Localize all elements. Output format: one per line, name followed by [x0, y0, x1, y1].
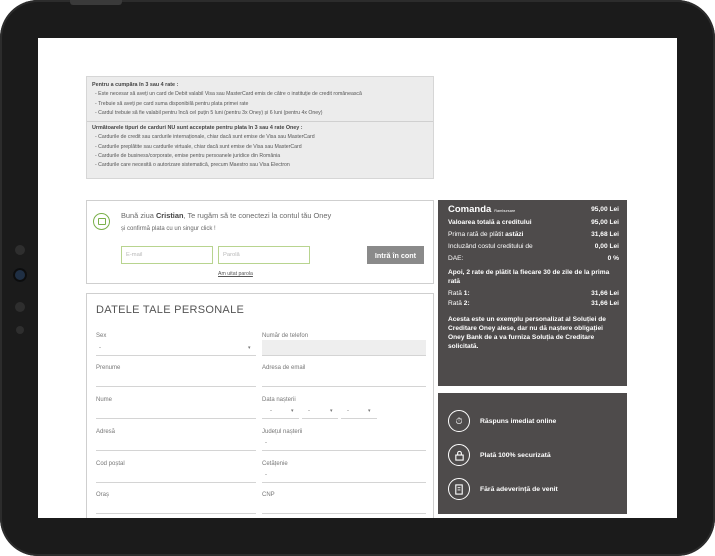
login-panel: Bună ziua Cristian, Te rugăm să te conec… — [86, 200, 434, 284]
email-label: Adresa de email — [262, 365, 306, 371]
birth-month-select[interactable]: - — [308, 408, 310, 414]
lock-icon — [448, 444, 470, 466]
info-item: Cardurile care necesită o autorizare sis… — [92, 161, 428, 170]
info-item: Cardurile preplătite sau cardurile virtu… — [92, 143, 428, 152]
login-button[interactable]: Intră în cont — [367, 246, 424, 264]
city-label: Oraș — [96, 492, 110, 498]
order-title-row: Comanda Rambursare 95,00 Lei — [446, 204, 619, 219]
birth-day-select[interactable]: - — [270, 408, 272, 414]
cnp-label: CNP — [262, 492, 275, 498]
rate1-row: Rată 1: 31,66 Lei — [448, 290, 619, 298]
installments-text: Apoi, 2 rate de plătit la fiecare 30 de … — [448, 269, 610, 285]
chevron-down-icon: ▾ — [330, 408, 333, 414]
tablet-frame: Pentru a cumpăra în 3 sau 4 rate : Este … — [0, 0, 715, 556]
first-rate-row: Prima rată de plătit astăzi 31,68 Lei — [448, 231, 619, 238]
stopwatch-icon: ⏱ — [448, 410, 470, 432]
info-item: Cardurile de business/corporate, emise p… — [92, 152, 428, 161]
personal-data-form: DATELE TALE PERSONALE Sex - ▾ Număr de t… — [86, 293, 434, 518]
order-title: Comanda — [448, 204, 492, 215]
form-title: DATELE TALE PERSONALE — [96, 304, 245, 316]
order-summary: Comanda Rambursare 95,00 Lei Valoarea tot… — [438, 200, 627, 386]
card-requirements-info: Pentru a cumpăra în 3 sau 4 rate : Este … — [86, 76, 434, 179]
credit-disclaimer: Acesta este un exemplu personalizat al S… — [448, 316, 606, 350]
phone-label: Număr de telefon — [262, 333, 309, 339]
password-input[interactable]: Parolă — [218, 246, 310, 264]
screen: Pentru a cumpăra în 3 sau 4 rate : Este … — [38, 38, 677, 518]
tablet-power-button — [70, 0, 122, 5]
citizenship-underline — [262, 482, 426, 483]
citizenship-label: Cetățenie — [262, 461, 288, 467]
birth-county-underline — [262, 450, 426, 451]
chevron-down-icon: ▾ — [368, 408, 371, 414]
phone-underline — [262, 355, 426, 356]
info-title: Următoarele tipuri de carduri NU sunt ac… — [92, 125, 303, 132]
cnp-input[interactable] — [262, 513, 426, 514]
postal-code-input[interactable] — [96, 482, 256, 483]
document-icon — [448, 478, 470, 500]
order-total: 95,00 Lei — [591, 206, 619, 213]
order-title-tag: Rambursare — [494, 209, 516, 213]
wallet-icon — [93, 213, 110, 230]
lastname-label: Nume — [96, 397, 113, 403]
tablet-sensor-dot — [16, 326, 24, 334]
postal-code-label: Cod poștal — [96, 461, 125, 467]
city-input[interactable] — [96, 513, 256, 514]
feature-no-income-proof: Fără adeverință de venit — [448, 477, 558, 501]
citizenship-select[interactable]: - — [265, 472, 267, 478]
features-panel: ⏱ Răspuns imediat online Plată 100% secu… — [438, 393, 627, 514]
info-item: Este necesar să aveți un card de Debit v… — [92, 90, 428, 99]
forgot-password-link[interactable]: Am uitat parola — [218, 271, 253, 277]
tablet-sensor-dot — [15, 302, 25, 312]
chevron-down-icon: ▾ — [291, 408, 294, 414]
feature-instant-response: ⏱ Răspuns imediat online — [448, 409, 556, 433]
birth-county-select[interactable]: - — [265, 440, 267, 446]
address-label: Adresă — [96, 429, 116, 435]
dae-row: DAE: 0 % — [448, 255, 619, 262]
sex-select[interactable]: - — [99, 345, 101, 351]
info-item: Cardul trebuie să fie valabil pentru înc… — [92, 109, 428, 118]
credit-total-row: Valoarea totală a creditului 95,00 Lei — [448, 219, 619, 226]
tablet-sensor-dot — [15, 245, 25, 255]
rate2-row: Rată 2: 31,66 Lei — [448, 300, 619, 308]
email-input[interactable]: E-mail — [121, 246, 213, 264]
login-greeting: Bună ziua Cristian, Te rugăm să te conec… — [121, 211, 332, 220]
divider — [87, 121, 433, 123]
birth-year-underline — [341, 418, 377, 419]
birth-year-select[interactable]: - — [347, 408, 349, 414]
birth-month-underline — [302, 418, 338, 419]
info-item: Cardurile de credit sau cardurile intern… — [92, 133, 428, 142]
email-field[interactable] — [262, 386, 426, 387]
birth-day-underline — [262, 418, 299, 419]
birth-county-label: Județul nașterii — [262, 429, 303, 435]
firstname-label: Prenume — [96, 365, 121, 371]
feature-secure-payment: Plată 100% securizată — [448, 443, 551, 467]
customer-name: Cristian — [155, 211, 184, 220]
sex-underline — [96, 355, 256, 356]
address-input[interactable] — [96, 450, 256, 451]
firstname-input[interactable] — [96, 386, 256, 387]
login-subtitle: și confirmă plata cu un singur click ! — [121, 226, 216, 232]
lastname-input[interactable] — [96, 418, 256, 419]
chevron-down-icon: ▾ — [248, 345, 251, 351]
info-item: Trebuie să aveți pe card suma disponibil… — [92, 100, 428, 109]
credit-cost-row: Incluzând costul creditului de 0,00 Lei — [448, 243, 619, 250]
info-title: Pentru a cumpăra în 3 sau 4 rate : — [92, 82, 179, 88]
sex-label: Sex — [96, 333, 107, 339]
birthdate-label: Data nașterii — [262, 397, 296, 403]
tablet-camera — [13, 268, 27, 282]
phone-input[interactable] — [262, 340, 426, 355]
